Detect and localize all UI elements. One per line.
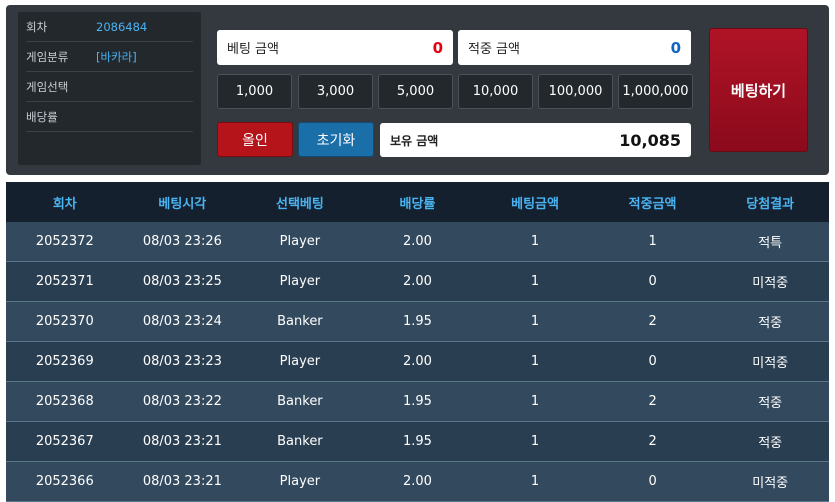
allin-button[interactable]: 올인 (217, 122, 293, 157)
cell-win: 0 (593, 461, 712, 502)
cell-round: 2052367 (6, 421, 124, 463)
place-bet-button[interactable]: 베팅하기 (709, 28, 808, 152)
bet-amount-field[interactable]: 베팅 금액 0 (217, 30, 453, 65)
cell-bet: 1 (476, 421, 594, 463)
cell-odds: 2.00 (358, 222, 477, 263)
header-result: 당첨결과 (711, 182, 829, 222)
category-value: [바카라] (96, 49, 137, 64)
chip-button-5000[interactable]: 5,000 (378, 74, 453, 109)
cell-round: 2052369 (6, 341, 124, 383)
table-header-row: 회차 베팅시각 선택베팅 배당률 베팅금액 적중금액 당첨결과 (6, 182, 829, 222)
cell-bet: 1 (476, 381, 594, 423)
round-value: 2086484 (96, 19, 148, 34)
cell-round: 2052368 (6, 381, 124, 423)
chip-button-100000[interactable]: 100,000 (538, 74, 613, 109)
header-round: 회차 (6, 182, 124, 222)
cell-time: 08/03 23:24 (123, 301, 242, 343)
cell-result: 적중 (711, 381, 829, 423)
cell-odds: 1.95 (358, 381, 477, 423)
header-win: 적중금액 (593, 182, 712, 222)
cell-odds: 1.95 (358, 301, 477, 343)
cell-result: 미적중 (711, 261, 829, 303)
cell-result: 미적중 (711, 341, 829, 383)
cell-bet: 1 (476, 341, 594, 383)
cell-round: 2052370 (6, 301, 124, 343)
chip-button-1000[interactable]: 1,000 (217, 74, 292, 109)
header-odds: 배당률 (358, 182, 477, 222)
table-row: 2052370 08/03 23:24 Banker 1.95 1 2 적중 (6, 301, 829, 343)
betting-panel: 회차 2086484 게임분류 [바카라] 게임선택 배당률 베팅 금액 0 적… (6, 5, 829, 175)
cell-odds: 2.00 (358, 341, 477, 383)
chip-button-3000[interactable]: 3,000 (298, 74, 373, 109)
cell-time: 08/03 23:22 (123, 381, 242, 423)
cell-round: 2052372 (6, 222, 124, 263)
cell-result: 적중 (711, 301, 829, 343)
table-row: 2052371 08/03 23:25 Player 2.00 1 0 미적중 (6, 261, 829, 303)
cell-result: 적특 (711, 222, 829, 263)
cell-pick: Banker (241, 421, 359, 463)
cell-time: 08/03 23:25 (123, 261, 242, 303)
table-row: 2052369 08/03 23:23 Player 2.00 1 0 미적중 (6, 341, 829, 383)
select-label: 게임선택 (26, 79, 69, 94)
cell-win: 2 (593, 301, 712, 343)
info-row-round: 회차 2086484 (26, 12, 193, 42)
round-label: 회차 (26, 19, 48, 34)
cell-bet: 1 (476, 222, 594, 263)
cell-win: 0 (593, 261, 712, 303)
cell-win: 1 (593, 222, 712, 263)
info-row-category: 게임분류 [바카라] (26, 42, 193, 72)
cell-bet: 1 (476, 461, 594, 502)
chip-button-10000[interactable]: 10,000 (458, 74, 533, 109)
cell-time: 08/03 23:21 (123, 421, 242, 463)
table-row: 2052372 08/03 23:26 Player 2.00 1 1 적특 (6, 222, 829, 263)
category-label: 게임분류 (26, 49, 69, 64)
game-info-box: 회차 2086484 게임분류 [바카라] 게임선택 배당률 (18, 12, 201, 165)
cell-pick: Player (241, 461, 359, 502)
cell-win: 2 (593, 421, 712, 463)
cell-time: 08/03 23:26 (123, 222, 242, 263)
cell-win: 0 (593, 341, 712, 383)
balance-value: 10,085 (619, 130, 681, 150)
win-amount-field: 적중 금액 0 (458, 30, 691, 65)
cell-round: 2052371 (6, 261, 124, 303)
cell-pick: Banker (241, 301, 359, 343)
win-amount-value: 0 (670, 38, 681, 57)
header-time: 베팅시각 (123, 182, 242, 222)
bet-history-table: 회차 베팅시각 선택베팅 배당률 베팅금액 적중금액 당첨결과 2052372 0… (6, 182, 829, 502)
cell-pick: Player (241, 222, 359, 263)
header-bet: 베팅금액 (476, 182, 594, 222)
cell-odds: 1.95 (358, 421, 477, 463)
header-pick: 선택베팅 (241, 182, 359, 222)
chip-button-1000000[interactable]: 1,000,000 (618, 74, 693, 109)
cell-win: 2 (593, 381, 712, 423)
bet-controls: 베팅 금액 0 적중 금액 0 1,000 3,000 5,000 10,000… (212, 12, 712, 167)
cell-odds: 2.00 (358, 461, 477, 502)
balance-label: 보유 금액 (390, 133, 439, 148)
table-row: 2052368 08/03 23:22 Banker 1.95 1 2 적중 (6, 381, 829, 423)
win-amount-label: 적중 금액 (468, 42, 520, 57)
info-row-select: 게임선택 (26, 72, 193, 102)
balance-box: 보유 금액 10,085 (380, 123, 691, 157)
bet-amount-label: 베팅 금액 (227, 42, 279, 57)
history-body: 2052372 08/03 23:26 Player 2.00 1 1 적특 2052371 0… (6, 222, 829, 502)
table-row: 2052367 08/03 23:21 Banker 1.95 1 2 적중 (6, 421, 829, 463)
cell-odds: 2.00 (358, 261, 477, 303)
cell-bet: 1 (476, 261, 594, 303)
cell-time: 08/03 23:23 (123, 341, 242, 383)
cell-time: 08/03 23:21 (123, 461, 242, 502)
reset-button[interactable]: 초기화 (298, 122, 374, 157)
table-row: 2052366 08/03 23:21 Player 2.00 1 0 미적중 (6, 461, 829, 502)
cell-bet: 1 (476, 301, 594, 343)
cell-round: 2052366 (6, 461, 124, 502)
cell-result: 적중 (711, 421, 829, 463)
bet-amount-value: 0 (432, 38, 443, 57)
cell-pick: Banker (241, 381, 359, 423)
cell-pick: Player (241, 341, 359, 383)
cell-result: 미적중 (711, 461, 829, 502)
info-row-odds: 배당률 (26, 102, 193, 132)
odds-label: 배당률 (26, 109, 58, 124)
cell-pick: Player (241, 261, 359, 303)
